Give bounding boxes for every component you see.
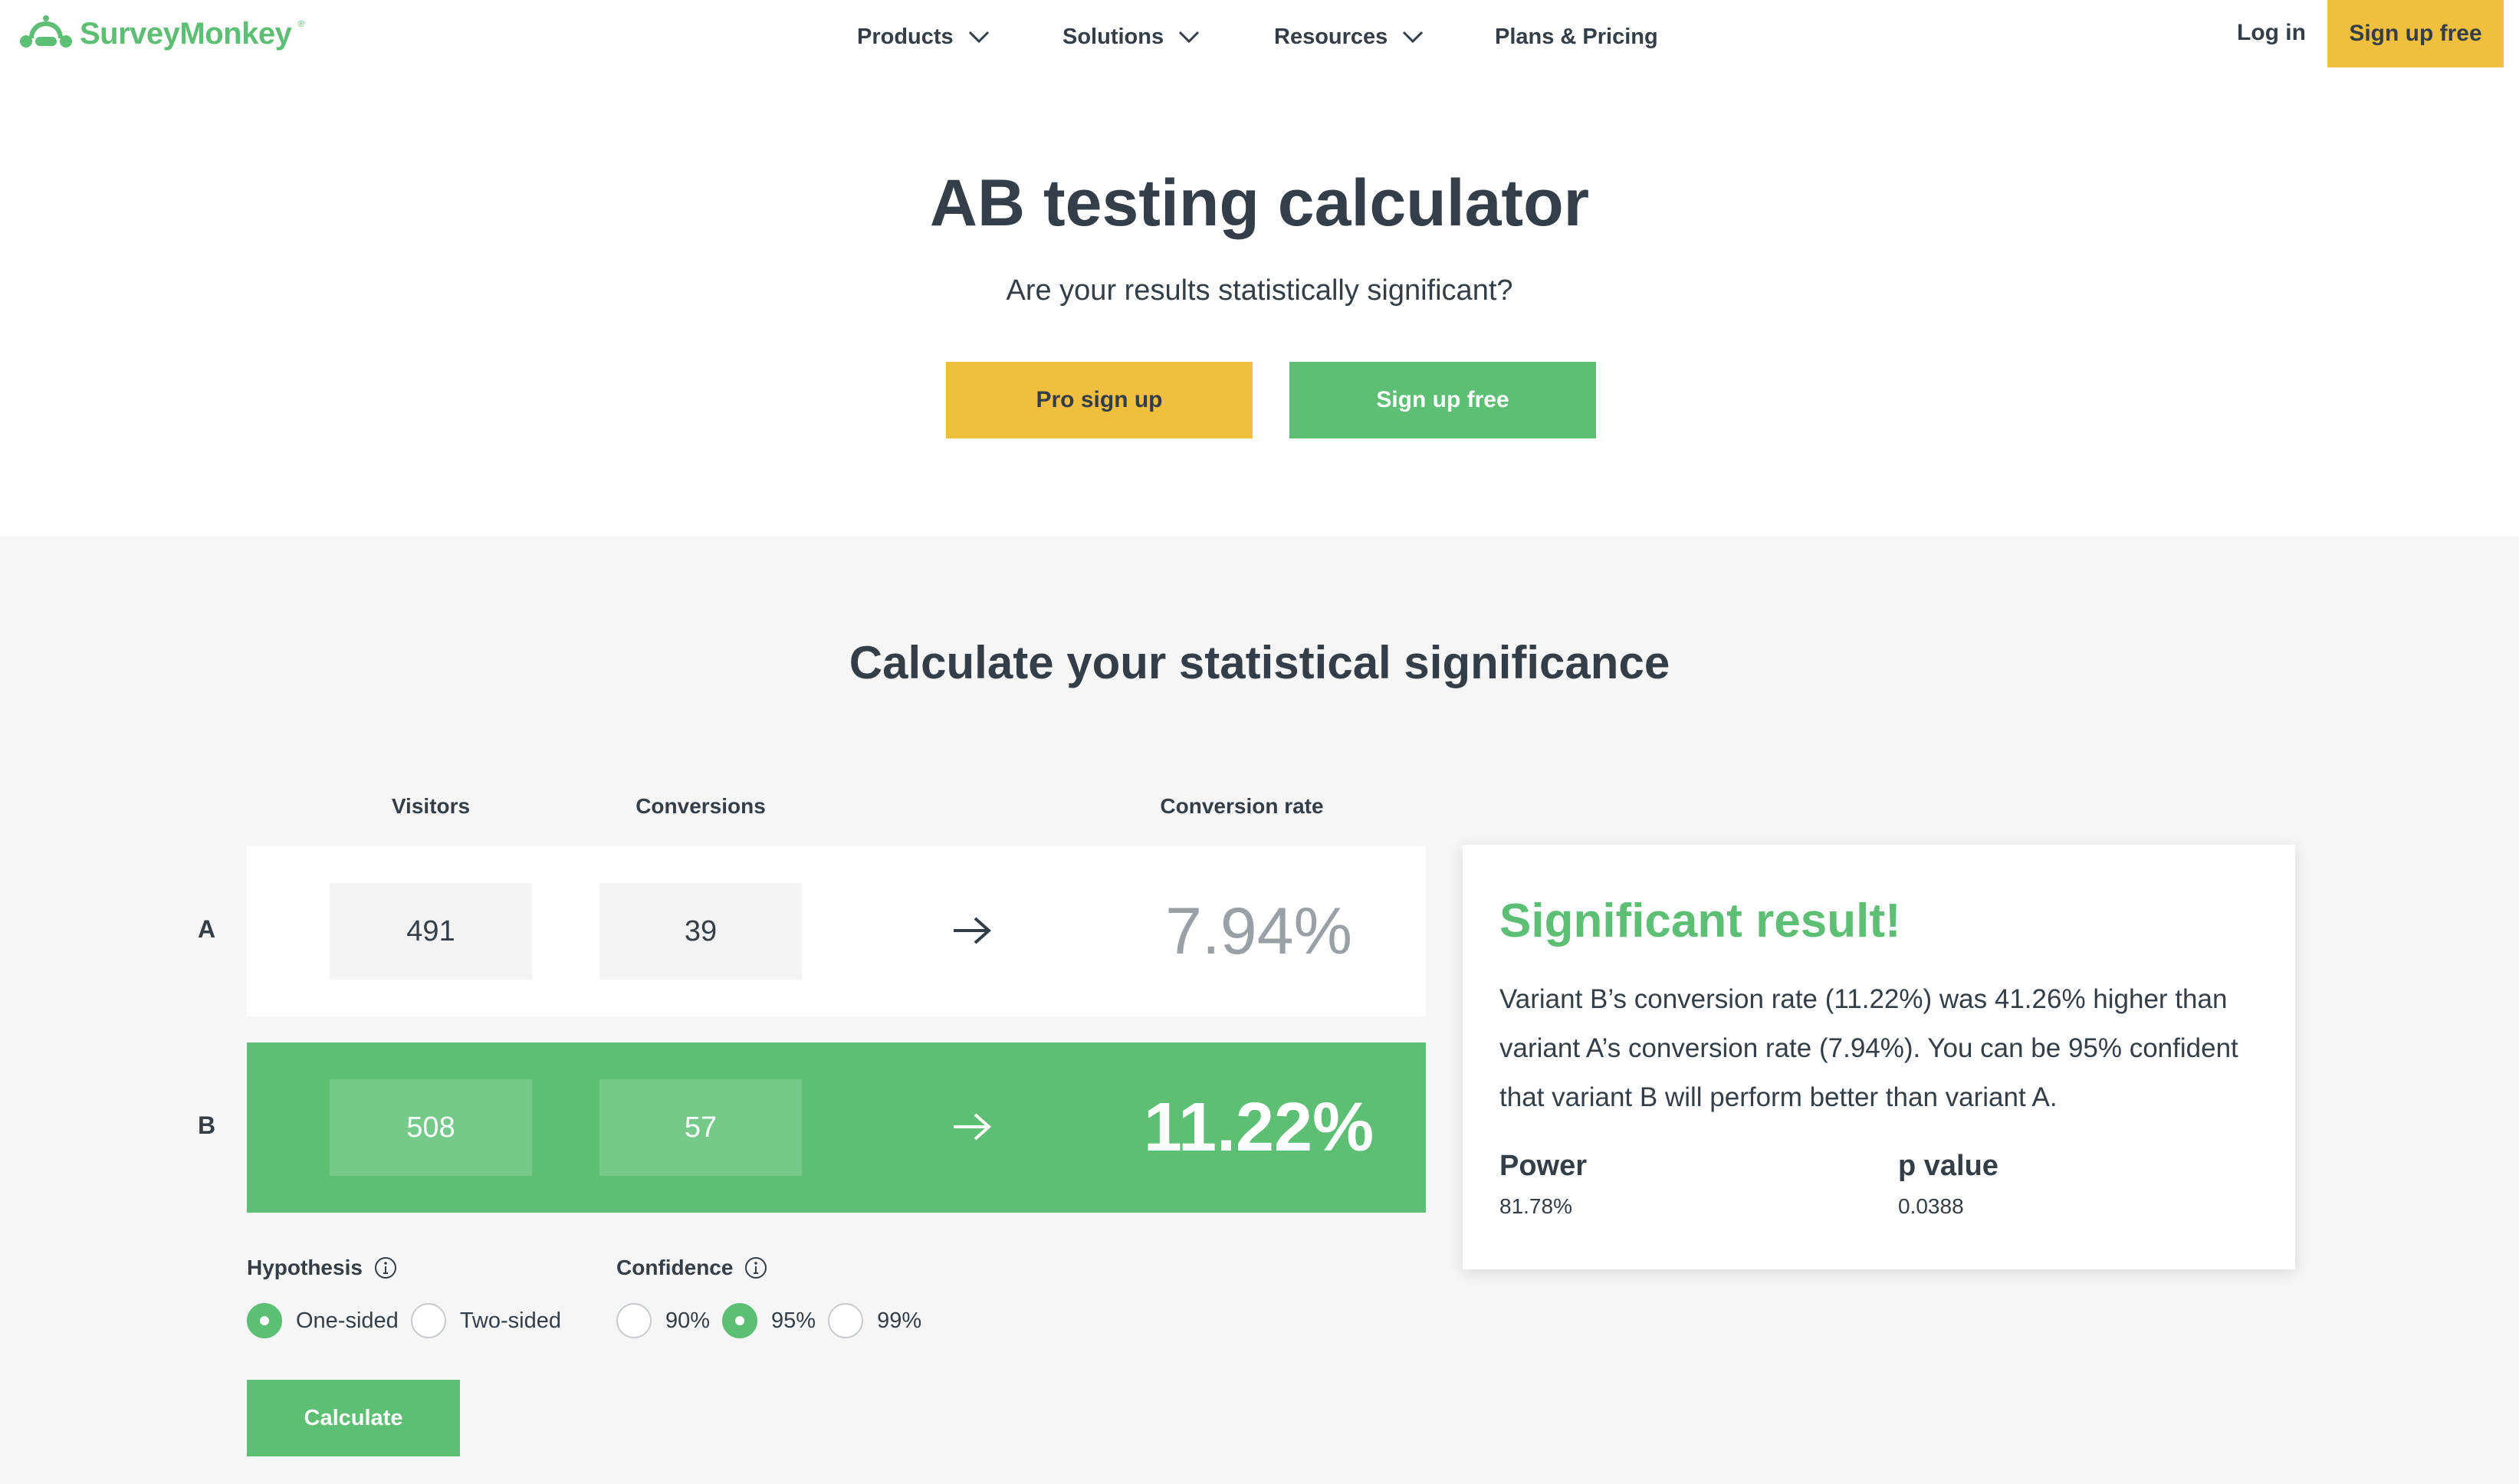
- site-header: SurveyMonkey ® Products Solutions Resour…: [0, 0, 2519, 74]
- confidence-95-radio[interactable]: [722, 1303, 758, 1338]
- conversion-rate-column-header: Conversion rate: [1160, 794, 1324, 818]
- nav-solutions-label: Solutions: [1062, 24, 1164, 49]
- chevron-down-icon: [968, 31, 989, 44]
- hero-section: AB testing calculator Are your results s…: [0, 74, 2519, 537]
- calculator-title: Calculate your statistical significance: [849, 637, 1670, 688]
- info-icon[interactable]: [744, 1256, 768, 1280]
- variant-b-label: B: [198, 1111, 216, 1139]
- page-title: AB testing calculator: [929, 166, 1590, 240]
- pvalue-label: p value: [1898, 1150, 1998, 1182]
- variant-a-visitors-input[interactable]: 491: [330, 883, 532, 980]
- hypothesis-label: Hypothesis: [247, 1256, 363, 1279]
- arrow-right-icon: [954, 917, 992, 944]
- chevron-down-icon: [1403, 31, 1424, 44]
- nav-plans-pricing-label: Plans & Pricing: [1495, 24, 1658, 49]
- variant-a-row: 491 39 7.94%: [247, 846, 1426, 1016]
- confidence-heading: Confidence: [616, 1256, 768, 1280]
- variant-b-visitors-input[interactable]: 508: [330, 1079, 532, 1176]
- hypothesis-options: One-sided Two-sided: [247, 1303, 573, 1338]
- nav-solutions[interactable]: Solutions: [1062, 25, 1200, 50]
- login-link[interactable]: Log in: [2237, 20, 2306, 46]
- info-icon[interactable]: [373, 1256, 398, 1280]
- result-title: Significant result!: [1499, 895, 1901, 947]
- free-signup-button[interactable]: Sign up free: [1289, 362, 1596, 438]
- confidence-label: Confidence: [616, 1256, 734, 1279]
- surveymonkey-logo-icon: [20, 15, 72, 48]
- confidence-options: 90% 95% 99%: [616, 1303, 934, 1338]
- nav-plans-pricing[interactable]: Plans & Pricing: [1495, 25, 1658, 50]
- nav-resources-label: Resources: [1274, 24, 1388, 49]
- calculator-section: Calculate your statistical significance …: [0, 537, 2519, 1484]
- two-sided-radio[interactable]: [410, 1303, 446, 1338]
- hypothesis-heading: Hypothesis: [247, 1256, 398, 1280]
- confidence-90-label[interactable]: 90%: [665, 1308, 710, 1334]
- variant-b-conversions-input[interactable]: 57: [599, 1079, 802, 1176]
- arrow-right-icon: [954, 1113, 992, 1141]
- pro-signup-button[interactable]: Pro sign up: [946, 362, 1253, 438]
- one-sided-radio[interactable]: [247, 1303, 282, 1338]
- power-label: Power: [1499, 1150, 1588, 1182]
- nav-products[interactable]: Products: [857, 25, 990, 50]
- logo-registered-mark: ®: [297, 18, 305, 29]
- variant-a-conversions-input[interactable]: 39: [599, 883, 802, 980]
- result-description: Variant B’s conversion rate (11.22%) was…: [1499, 984, 2238, 1112]
- logo-text: SurveyMonkey: [80, 16, 292, 51]
- variant-a-conversion-rate: 7.94%: [1165, 894, 1352, 968]
- variant-b-conversion-rate: 11.22%: [1143, 1088, 1374, 1166]
- conversions-column-header: Conversions: [635, 794, 766, 818]
- variant-b-row: 508 57 11.22%: [247, 1042, 1426, 1213]
- variant-a-label: A: [198, 915, 216, 943]
- confidence-90-radio[interactable]: [616, 1303, 652, 1338]
- two-sided-label[interactable]: Two-sided: [460, 1308, 561, 1334]
- calculate-button[interactable]: Calculate: [247, 1380, 460, 1456]
- page-subtitle: Are your results statistically significa…: [1006, 274, 1513, 307]
- confidence-99-label[interactable]: 99%: [877, 1308, 921, 1334]
- confidence-99-radio[interactable]: [828, 1303, 864, 1338]
- header-signup-button[interactable]: Sign up free: [2327, 0, 2504, 67]
- nav-resources[interactable]: Resources: [1274, 25, 1424, 50]
- power-value: 81.78%: [1499, 1194, 1572, 1218]
- nav-products-label: Products: [857, 24, 954, 49]
- pvalue-value: 0.0388: [1898, 1194, 1964, 1218]
- visitors-column-header: Visitors: [391, 794, 471, 818]
- logo[interactable]: SurveyMonkey ®: [18, 12, 304, 55]
- confidence-95-label[interactable]: 95%: [771, 1308, 816, 1334]
- chevron-down-icon: [1179, 31, 1200, 44]
- one-sided-label[interactable]: One-sided: [296, 1308, 399, 1334]
- result-card: Significant result! Variant B’s conversi…: [1463, 845, 2295, 1269]
